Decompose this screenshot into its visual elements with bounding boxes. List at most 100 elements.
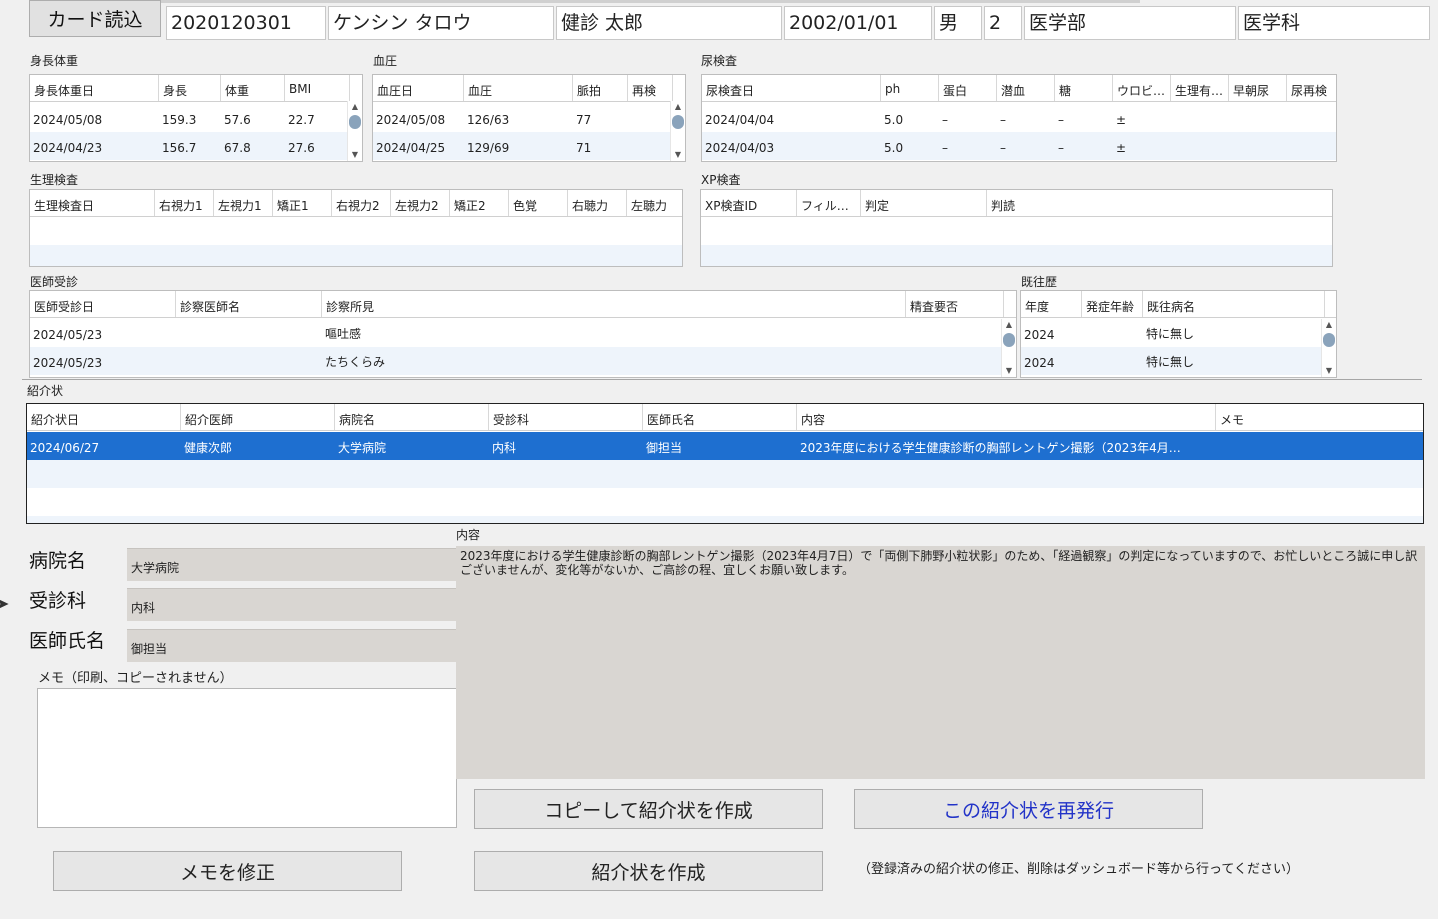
column-header[interactable]: 発症年齢 (1082, 291, 1143, 317)
reissue-referral-button[interactable]: この紹介状を再発行 (854, 789, 1203, 829)
table-row[interactable]: 2024/05/08 159.3 57.6 22.7 (30, 104, 362, 132)
table-row[interactable] (30, 217, 682, 245)
table-row[interactable]: 2024/05/08 126/63 77 (373, 104, 685, 132)
column-header[interactable]: XP検査ID (701, 190, 797, 216)
column-header[interactable]: 尿再検 (1287, 75, 1336, 101)
height-weight-grid[interactable]: 身長体重日 身長 体重 BMI 2024/05/08 159.3 57.6 22… (29, 74, 363, 162)
column-header[interactable]: 生理検査日 (30, 190, 155, 216)
column-header[interactable]: 矯正2 (450, 190, 509, 216)
table-row[interactable] (701, 217, 1332, 245)
column-header[interactable]: 医師受診日 (30, 291, 176, 317)
column-header[interactable]: 診察所見 (322, 291, 906, 317)
scroll-thumb[interactable] (672, 115, 684, 129)
column-header[interactable]: 血圧日 (373, 75, 464, 101)
scroll-up-icon[interactable]: ▲ (1322, 319, 1336, 331)
name-field[interactable]: 健診 太郎 (556, 6, 782, 40)
doctor-visit-grid[interactable]: 医師受診日 診察医師名 診察所見 精査要否 2024/05/23 嘔吐感 202… (29, 290, 1017, 378)
scroll-thumb[interactable] (349, 115, 361, 129)
name-kana-field[interactable]: ケンシン タロウ (328, 6, 554, 40)
column-header[interactable]: 受診科 (489, 404, 643, 430)
column-header[interactable]: 内容 (797, 404, 1216, 430)
scroll-up-icon[interactable]: ▲ (348, 101, 362, 113)
table-row[interactable]: 2024/05/23 たちくらみ (30, 347, 1016, 375)
column-header[interactable]: 再検 (628, 75, 673, 101)
table-row[interactable]: 2024/04/04 5.0 – – – ± (702, 104, 1336, 132)
table-row[interactable]: 2024 特に無し (1021, 347, 1336, 375)
column-header[interactable]: 潜血 (997, 75, 1055, 101)
xp-grid[interactable]: XP検査ID フィル… 判定 判読 (700, 189, 1333, 267)
column-header[interactable]: 右視力1 (155, 190, 214, 216)
referral-grid[interactable]: 紹介状日 紹介医師 病院名 受診科 医師氏名 内容 メモ 2024/06/27 … (26, 403, 1424, 524)
column-header[interactable]: 矯正1 (273, 190, 332, 216)
content-textarea[interactable]: 2023年度における学生健康診断の胸部レントゲン撮影（2023年4月7日）で「両… (456, 546, 1425, 779)
create-referral-button[interactable]: 紹介状を作成 (474, 851, 823, 891)
column-header[interactable]: 紹介医師 (181, 404, 335, 430)
urine-grid[interactable]: 尿検査日 ph 蛋白 潜血 糖 ウロビ… 生理有… 早朝尿 尿再検 2024/0… (701, 74, 1337, 162)
column-header[interactable]: 蛋白 (939, 75, 997, 101)
column-header[interactable]: 判読 (987, 190, 1332, 216)
birthdate-field[interactable]: 2002/01/01 (784, 6, 932, 40)
physio-grid[interactable]: 生理検査日 右視力1 左視力1 矯正1 右視力2 左視力2 矯正2 色覚 右聴力… (29, 189, 683, 267)
scroll-down-icon[interactable]: ▼ (671, 149, 685, 161)
column-header[interactable]: 病院名 (335, 404, 489, 430)
vertical-scrollbar[interactable]: ▲ ▼ (1321, 319, 1336, 377)
copy-create-referral-button[interactable]: コピーして紹介状を作成 (474, 789, 823, 829)
column-header[interactable]: 右視力2 (332, 190, 391, 216)
column-header[interactable]: 生理有… (1171, 75, 1229, 101)
column-header[interactable]: 脈拍 (573, 75, 628, 101)
column-header[interactable]: 身長体重日 (30, 75, 159, 101)
sex-field[interactable]: 男 (934, 6, 982, 40)
column-header[interactable]: 体重 (221, 75, 285, 101)
vertical-scrollbar[interactable]: ▲ ▼ (670, 101, 685, 161)
column-header[interactable]: 糖 (1055, 75, 1113, 101)
scroll-down-icon[interactable]: ▼ (348, 149, 362, 161)
student-id-field[interactable]: 2020120301 (166, 6, 326, 40)
table-row[interactable] (30, 245, 682, 266)
table-row[interactable]: 2024 特に無し (1021, 319, 1336, 347)
memo-textarea[interactable] (37, 688, 457, 828)
column-header[interactable]: 身長 (159, 75, 221, 101)
table-row[interactable] (27, 488, 1423, 516)
column-header[interactable]: 医師氏名 (643, 404, 797, 430)
scroll-up-icon[interactable]: ▲ (1002, 319, 1016, 331)
column-header[interactable]: 早朝尿 (1229, 75, 1287, 101)
column-header[interactable]: ウロビ… (1113, 75, 1171, 101)
department-field[interactable]: 医学科 (1238, 6, 1430, 40)
table-row[interactable]: 2024/05/23 嘔吐感 (30, 319, 1016, 347)
column-header[interactable]: 既往病名 (1143, 291, 1325, 317)
column-header[interactable]: フィル… (797, 190, 861, 216)
column-header[interactable]: ph (881, 75, 939, 101)
column-header[interactable]: 診察医師名 (176, 291, 322, 317)
scroll-down-icon[interactable]: ▼ (1322, 365, 1336, 377)
column-header[interactable]: メモ (1216, 404, 1423, 430)
history-grid[interactable]: 年度 発症年齢 既往病名 2024 特に無し 2024 特に無し ▲ ▼ (1020, 290, 1337, 378)
scroll-thumb[interactable] (1323, 333, 1335, 347)
faculty-field[interactable]: 医学部 (1024, 6, 1236, 40)
column-header[interactable]: 紹介状日 (27, 404, 181, 430)
column-header[interactable]: BMI (285, 75, 350, 101)
scroll-down-icon[interactable]: ▼ (1002, 365, 1016, 377)
edit-memo-button[interactable]: メモを修正 (53, 851, 402, 891)
column-header[interactable]: 血圧 (464, 75, 573, 101)
table-row[interactable]: 2024/04/23 156.7 67.8 27.6 (30, 132, 362, 160)
column-header[interactable]: 年度 (1021, 291, 1082, 317)
vertical-scrollbar[interactable]: ▲ ▼ (1001, 319, 1016, 377)
column-header[interactable]: 尿検査日 (702, 75, 881, 101)
card-read-button[interactable]: カード読込 (29, 0, 161, 37)
column-header[interactable]: 判定 (861, 190, 987, 216)
table-row[interactable]: 2024/04/03 5.0 – – – ± (702, 132, 1336, 160)
scroll-thumb[interactable] (1003, 333, 1015, 347)
column-header[interactable]: 色覚 (509, 190, 568, 216)
grade-field[interactable]: 2 (984, 6, 1022, 40)
column-header[interactable]: 右聴力 (568, 190, 627, 216)
column-header[interactable]: 左視力1 (214, 190, 273, 216)
scroll-up-icon[interactable]: ▲ (671, 101, 685, 113)
column-header[interactable]: 精査要否 (906, 291, 1004, 317)
table-row[interactable]: 2024/04/25 129/69 71 (373, 132, 685, 160)
column-header[interactable]: 左聴力 (627, 190, 682, 216)
blood-pressure-grid[interactable]: 血圧日 血圧 脈拍 再検 2024/05/08 126/63 77 2024/0… (372, 74, 686, 162)
vertical-scrollbar[interactable]: ▲ ▼ (347, 101, 362, 161)
table-row[interactable] (701, 245, 1332, 266)
table-row[interactable] (27, 516, 1423, 523)
column-header[interactable]: 左視力2 (391, 190, 450, 216)
